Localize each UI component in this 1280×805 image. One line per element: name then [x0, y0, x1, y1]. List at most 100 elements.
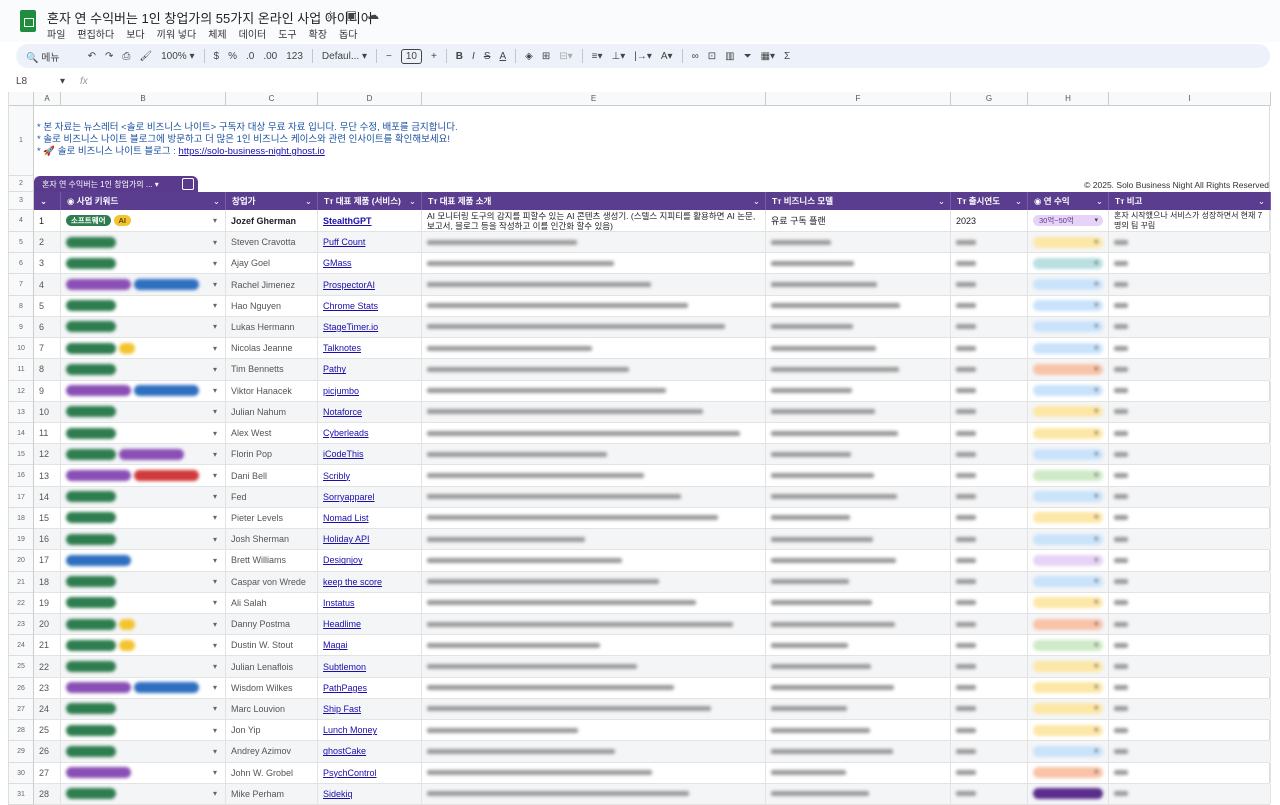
cell-product[interactable]: iCodeThis: [318, 444, 422, 465]
table-settings-icon[interactable]: [182, 178, 194, 190]
cell-product[interactable]: Cyberleads: [318, 423, 422, 444]
menu-item[interactable]: 확장: [309, 26, 327, 41]
insert-comment-icon[interactable]: ⊡: [708, 51, 716, 62]
dropdown-icon[interactable]: ▾: [213, 641, 217, 650]
revenue-chip[interactable]: [1033, 597, 1103, 609]
text-rotation-icon[interactable]: A▾: [661, 51, 673, 62]
cell-keywords[interactable]: ▾: [61, 698, 226, 720]
cell-product[interactable]: Nomad List: [318, 507, 422, 529]
cell-revenue[interactable]: [1028, 253, 1109, 274]
document-title[interactable]: 혼자 연 수익버는 1인 창업가의 55가지 온라인 사업 아이디어: [47, 8, 373, 27]
dropdown-icon[interactable]: ▾: [213, 238, 217, 247]
row-number[interactable]: 6: [9, 253, 34, 275]
row-number[interactable]: 1: [9, 106, 34, 176]
product-link[interactable]: GMass: [323, 258, 352, 268]
revenue-chip[interactable]: [1033, 385, 1103, 397]
cell-product[interactable]: Designjoy: [318, 550, 422, 571]
row-number[interactable]: 25: [9, 656, 34, 678]
cell-revenue[interactable]: [1028, 741, 1109, 762]
filter-icon[interactable]: ⏷: [744, 51, 752, 62]
cell-revenue[interactable]: [1028, 401, 1109, 422]
cell-revenue[interactable]: [1028, 677, 1109, 698]
decrease-decimal-button[interactable]: .0: [246, 51, 254, 62]
column-header-G[interactable]: G: [951, 92, 1028, 106]
name-box[interactable]: L8: [16, 76, 27, 87]
menu-item[interactable]: 편집하다: [77, 26, 114, 41]
zoom-select[interactable]: 100% ▾: [161, 51, 194, 62]
fill-color-icon[interactable]: ◈: [525, 51, 533, 62]
revenue-chip[interactable]: [1033, 279, 1103, 291]
product-link[interactable]: StageTimer.io: [323, 322, 378, 332]
increase-font-size-icon[interactable]: +: [431, 51, 437, 62]
menu-item[interactable]: 파일: [47, 26, 65, 41]
row-number[interactable]: 21: [9, 571, 34, 593]
dropdown-icon[interactable]: ▾: [213, 768, 217, 777]
cell-revenue[interactable]: [1028, 423, 1109, 444]
cell-product[interactable]: Ship Fast: [318, 698, 422, 720]
cell-keywords[interactable]: ▾: [61, 444, 226, 465]
cell-keywords[interactable]: ▾: [61, 507, 226, 529]
column-header-F[interactable]: F: [766, 92, 951, 106]
cell-product[interactable]: Subtlemon: [318, 656, 422, 677]
product-link[interactable]: keep the score: [323, 577, 382, 587]
row-number[interactable]: 14: [9, 423, 34, 445]
dropdown-icon[interactable]: ▾: [213, 365, 217, 374]
cell-product[interactable]: Lunch Money: [318, 720, 422, 741]
dropdown-icon[interactable]: ▾: [213, 280, 217, 289]
filter-views-icon[interactable]: ▦▾: [761, 51, 775, 62]
cell-keywords[interactable]: ▾: [61, 529, 226, 550]
row-number[interactable]: 29: [9, 741, 34, 763]
cell-product[interactable]: Puff Count: [318, 232, 422, 253]
row-number[interactable]: 23: [9, 614, 34, 636]
cell-keywords[interactable]: ▾: [61, 359, 226, 380]
product-link[interactable]: PsychControl: [323, 768, 377, 778]
revenue-chip[interactable]: [1033, 533, 1103, 545]
column-header-cell[interactable]: Tт 출시연도 ⌄: [951, 192, 1028, 210]
dropdown-icon[interactable]: ▾: [213, 407, 217, 416]
revenue-chip[interactable]: [1033, 470, 1103, 482]
cell-product[interactable]: Instatus: [318, 592, 422, 613]
dropdown-icon[interactable]: ▾: [213, 726, 217, 735]
cell-revenue[interactable]: [1028, 698, 1109, 720]
row-number[interactable]: 15: [9, 444, 34, 466]
table-name-tab[interactable]: 혼자 연 수익버는 1인 창업가의 ... ▾: [34, 176, 198, 193]
chevron-down-icon[interactable]: ⌄: [1096, 192, 1103, 210]
product-link[interactable]: ProspectorAI: [323, 280, 375, 290]
currency-button[interactable]: $: [214, 51, 220, 62]
product-link[interactable]: Subtlemon: [323, 662, 366, 672]
revenue-chip[interactable]: [1033, 576, 1103, 588]
cell-revenue[interactable]: [1028, 614, 1109, 635]
revenue-chip[interactable]: [1033, 554, 1103, 566]
row-number[interactable]: 17: [9, 486, 34, 508]
increase-decimal-button[interactable]: .00: [263, 51, 277, 62]
name-box-dropdown-icon[interactable]: ▾: [60, 76, 65, 87]
horizontal-align-icon[interactable]: ≡▾: [592, 51, 603, 62]
revenue-chip[interactable]: [1033, 321, 1103, 333]
column-header-cell[interactable]: 창업가 ⌄: [226, 192, 318, 210]
cell-revenue[interactable]: [1028, 720, 1109, 741]
row-number[interactable]: 31: [9, 783, 34, 805]
chevron-down-icon[interactable]: ⌄: [409, 192, 416, 210]
cell-product[interactable]: keep the score: [318, 571, 422, 592]
cell-keywords[interactable]: ▾: [61, 762, 226, 783]
cell-revenue[interactable]: [1028, 444, 1109, 465]
row-number[interactable]: 26: [9, 677, 34, 699]
cell-keywords[interactable]: ▾: [61, 720, 226, 741]
product-link[interactable]: picjumbo: [323, 386, 359, 396]
revenue-chip[interactable]: [1033, 724, 1103, 736]
revenue-chip[interactable]: [1033, 745, 1103, 757]
revenue-chip[interactable]: [1033, 363, 1103, 375]
revenue-chip[interactable]: [1033, 767, 1103, 779]
dropdown-icon[interactable]: ▾: [213, 704, 217, 713]
cell-product[interactable]: picjumbo: [318, 380, 422, 401]
product-link[interactable]: Sidekiq: [323, 789, 353, 799]
cell-product[interactable]: Chrome Stats: [318, 295, 422, 316]
row-number[interactable]: 16: [9, 465, 34, 487]
functions-icon[interactable]: Σ: [784, 51, 790, 62]
cell-revenue[interactable]: [1028, 232, 1109, 253]
cell-revenue[interactable]: 30억~50억: [1028, 210, 1109, 231]
cell-revenue[interactable]: [1028, 550, 1109, 571]
cell-revenue[interactable]: [1028, 592, 1109, 613]
cell-keywords[interactable]: ▾: [61, 550, 226, 571]
menu-item[interactable]: 보다: [126, 26, 144, 41]
